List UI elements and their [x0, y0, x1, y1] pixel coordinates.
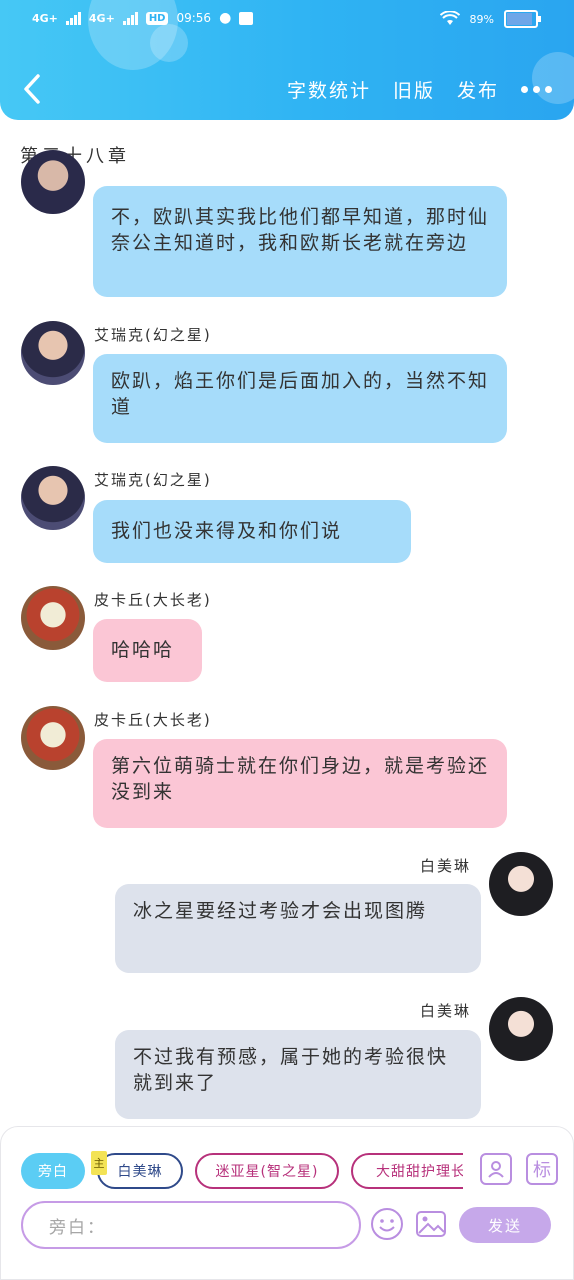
network-label-2: 4G+: [88, 11, 115, 25]
app-header: 4G+ 4G+ HD 09:56 ● 89% 字数统计 旧版 发布: [0, 0, 574, 120]
role-manage-icon[interactable]: [480, 1153, 512, 1185]
main-role-tag: 主: [91, 1151, 107, 1175]
role-chip-datiantian[interactable]: 大甜甜护理长: [351, 1153, 463, 1189]
message-bubble[interactable]: 哈哈哈: [93, 619, 202, 682]
message-bubble[interactable]: 第六位萌骑士就在你们身边，就是考验还没到来: [93, 739, 507, 828]
image-icon[interactable]: [414, 1207, 448, 1241]
emoji-icon[interactable]: [370, 1207, 404, 1241]
qq-icon: ●: [219, 10, 232, 26]
speaker-name: 皮卡丘(大长老): [94, 711, 212, 729]
send-button[interactable]: 发送: [459, 1207, 551, 1243]
calendar-icon: [239, 11, 254, 25]
avatar[interactable]: [21, 321, 85, 385]
avatar[interactable]: [489, 997, 553, 1061]
message-bubble[interactable]: 不，欧趴其实我比他们都早知道，那时仙奈公主知道时，我和欧斯长老就在旁边: [93, 186, 507, 297]
role-chip-row[interactable]: 旁白 白美琳 迷亚星(智之星) 大甜甜护理长: [21, 1153, 463, 1189]
message-bubble[interactable]: 冰之星要经过考验才会出现图腾: [115, 884, 481, 973]
speaker-name: 艾瑞克(幻之星): [94, 471, 212, 489]
role-chip-miya[interactable]: 迷亚星(智之星): [195, 1153, 339, 1189]
publish-button[interactable]: 发布: [457, 76, 499, 103]
signal-icon: [65, 11, 81, 25]
speaker-name: 皮卡丘(大长老): [94, 591, 212, 609]
back-icon[interactable]: [20, 72, 44, 106]
battery-icon: [504, 10, 541, 28]
avatar[interactable]: [21, 706, 85, 770]
message-bubble[interactable]: 我们也没来得及和你们说: [93, 500, 411, 563]
avatar[interactable]: [21, 466, 85, 530]
network-label-1: 4G+: [32, 11, 58, 25]
label-button[interactable]: 标: [526, 1153, 558, 1185]
avatar[interactable]: [489, 852, 553, 916]
battery-fill: [507, 13, 532, 25]
message-input[interactable]: 旁白：: [21, 1201, 361, 1249]
status-bar: 4G+ 4G+ HD 09:56 ● 89%: [0, 10, 574, 34]
speaker-name: 艾瑞克(幻之星): [94, 326, 212, 344]
role-chip-narrator[interactable]: 旁白: [21, 1153, 85, 1189]
clock: 09:56: [176, 11, 212, 25]
word-count-button[interactable]: 字数统计: [287, 76, 371, 103]
avatar[interactable]: [21, 150, 85, 214]
role-chip-bai-meilin[interactable]: 白美琳: [97, 1153, 183, 1189]
wifi-icon: [439, 11, 460, 25]
avatar[interactable]: [21, 586, 85, 650]
nav-actions: 字数统计 旧版 发布: [287, 76, 552, 103]
nav-bar: 字数统计 旧版 发布: [0, 68, 574, 112]
composer-panel: 旁白 白美琳 迷亚星(智之星) 大甜甜护理长 主 标 旁白： 发送: [0, 1126, 574, 1280]
signal-icon-2: [122, 11, 138, 25]
old-version-button[interactable]: 旧版: [393, 76, 435, 103]
message-bubble[interactable]: 不过我有预感，属于她的考验很快就到来了: [115, 1030, 481, 1119]
battery-percent: 89%: [469, 12, 494, 26]
speaker-name: 白美琳: [420, 857, 472, 875]
hd-icon: HD: [145, 11, 169, 25]
speaker-name: 白美琳: [420, 1002, 472, 1020]
more-icon[interactable]: [521, 86, 552, 93]
message-bubble[interactable]: 欧趴，焰王你们是后面加入的，当然不知道: [93, 354, 507, 443]
